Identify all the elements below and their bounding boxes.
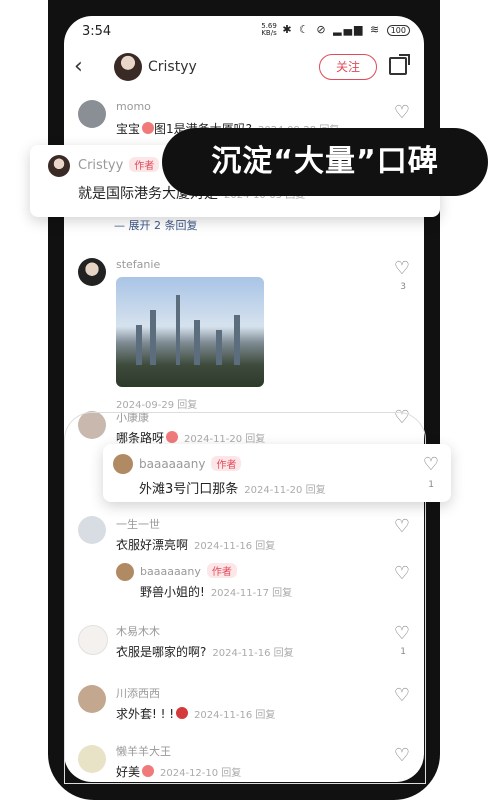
author-name[interactable]: Cristyy (148, 59, 197, 75)
like-count: 1 (400, 647, 406, 657)
reply-author[interactable]: baaaaaany 作者 (139, 456, 242, 471)
status-icons: 5.69 KB/s ✱ ☾ ⊘ ▂▄▆ ≋ 100 (261, 23, 410, 37)
like-count: 1 (428, 480, 434, 490)
avatar[interactable] (78, 258, 106, 286)
reply-text: 野兽小姐的! 2024-11-17 回复 (140, 585, 293, 599)
avatar[interactable] (113, 454, 133, 474)
avatar[interactable] (78, 411, 106, 439)
comment-photo[interactable] (116, 277, 264, 387)
like-count: 3 (400, 282, 406, 292)
heart-icon[interactable]: ♡ (394, 516, 410, 537)
comment-author[interactable]: 小康康 (116, 409, 149, 425)
comment-text: 好美 2024-12-10 回复 (116, 765, 242, 779)
expand-replies-link[interactable]: — 展开 2 条回复 (114, 217, 198, 233)
heart-icon[interactable]: ♡ (394, 623, 410, 644)
share-icon[interactable] (389, 54, 410, 75)
follow-button[interactable]: 关注 (319, 54, 377, 80)
comment-author[interactable]: 一生一世 (116, 516, 160, 532)
emoji-icon (176, 707, 189, 719)
avatar[interactable] (116, 563, 134, 581)
avatar[interactable] (78, 516, 106, 544)
emoji-icon (142, 122, 155, 134)
comment-text: 求外套! ! ! 2024-11-16 回复 (116, 707, 276, 721)
avatar[interactable] (78, 625, 108, 655)
avatar[interactable] (48, 155, 70, 177)
promo-banner: 沉淀“大量”口碑 (162, 128, 488, 196)
comment-author[interactable]: 川添西西 (116, 685, 160, 701)
chevron-left-icon[interactable]: ‹ (74, 54, 83, 79)
avatar[interactable] (78, 100, 106, 128)
heart-icon[interactable]: ♡ (394, 745, 410, 766)
comment-author[interactable]: stefanie (116, 258, 160, 271)
heart-icon[interactable]: ♡ (394, 685, 410, 706)
heart-icon[interactable]: ♡ (423, 454, 439, 475)
comment-author[interactable]: Cristyy 作者 (78, 157, 160, 173)
emoji-icon (166, 431, 179, 443)
status-bar: 3:54 5.69 KB/s ✱ ☾ ⊘ ▂▄▆ ≋ 100 (64, 16, 424, 46)
comment-author[interactable]: momo (116, 100, 151, 113)
comment-text: 衣服是哪家的啊? 2024-11-16 回复 (116, 645, 294, 659)
heart-icon[interactable]: ♡ (394, 102, 410, 123)
battery-icon: 100 (386, 24, 410, 36)
net-speed: 5.69 KB/s (261, 22, 277, 37)
heart-icon[interactable]: ♡ (394, 258, 410, 279)
status-time: 3:54 (82, 24, 112, 39)
author-avatar[interactable] (114, 53, 142, 81)
comment-author[interactable]: 懒羊羊大王 (116, 743, 171, 759)
reply-author[interactable]: baaaaaany 作者 (140, 563, 237, 578)
top-bar: ‹ Cristyy 关注 (64, 48, 424, 88)
avatar[interactable] (78, 685, 106, 713)
highlight-reply-card[interactable]: baaaaaany 作者 外滩3号门口那条 2024-11-20 回复 ♡ 1 (103, 444, 451, 502)
reply-text: 外滩3号门口那条 2024-11-20 回复 (139, 482, 326, 497)
comment-text: 衣服好漂亮啊 2024-11-16 回复 (116, 538, 276, 552)
heart-icon[interactable]: ♡ (394, 563, 410, 584)
avatar[interactable] (78, 745, 106, 773)
comment-author[interactable]: 木易木木 (116, 623, 160, 639)
emoji-icon (142, 765, 155, 777)
heart-icon[interactable]: ♡ (394, 407, 410, 428)
